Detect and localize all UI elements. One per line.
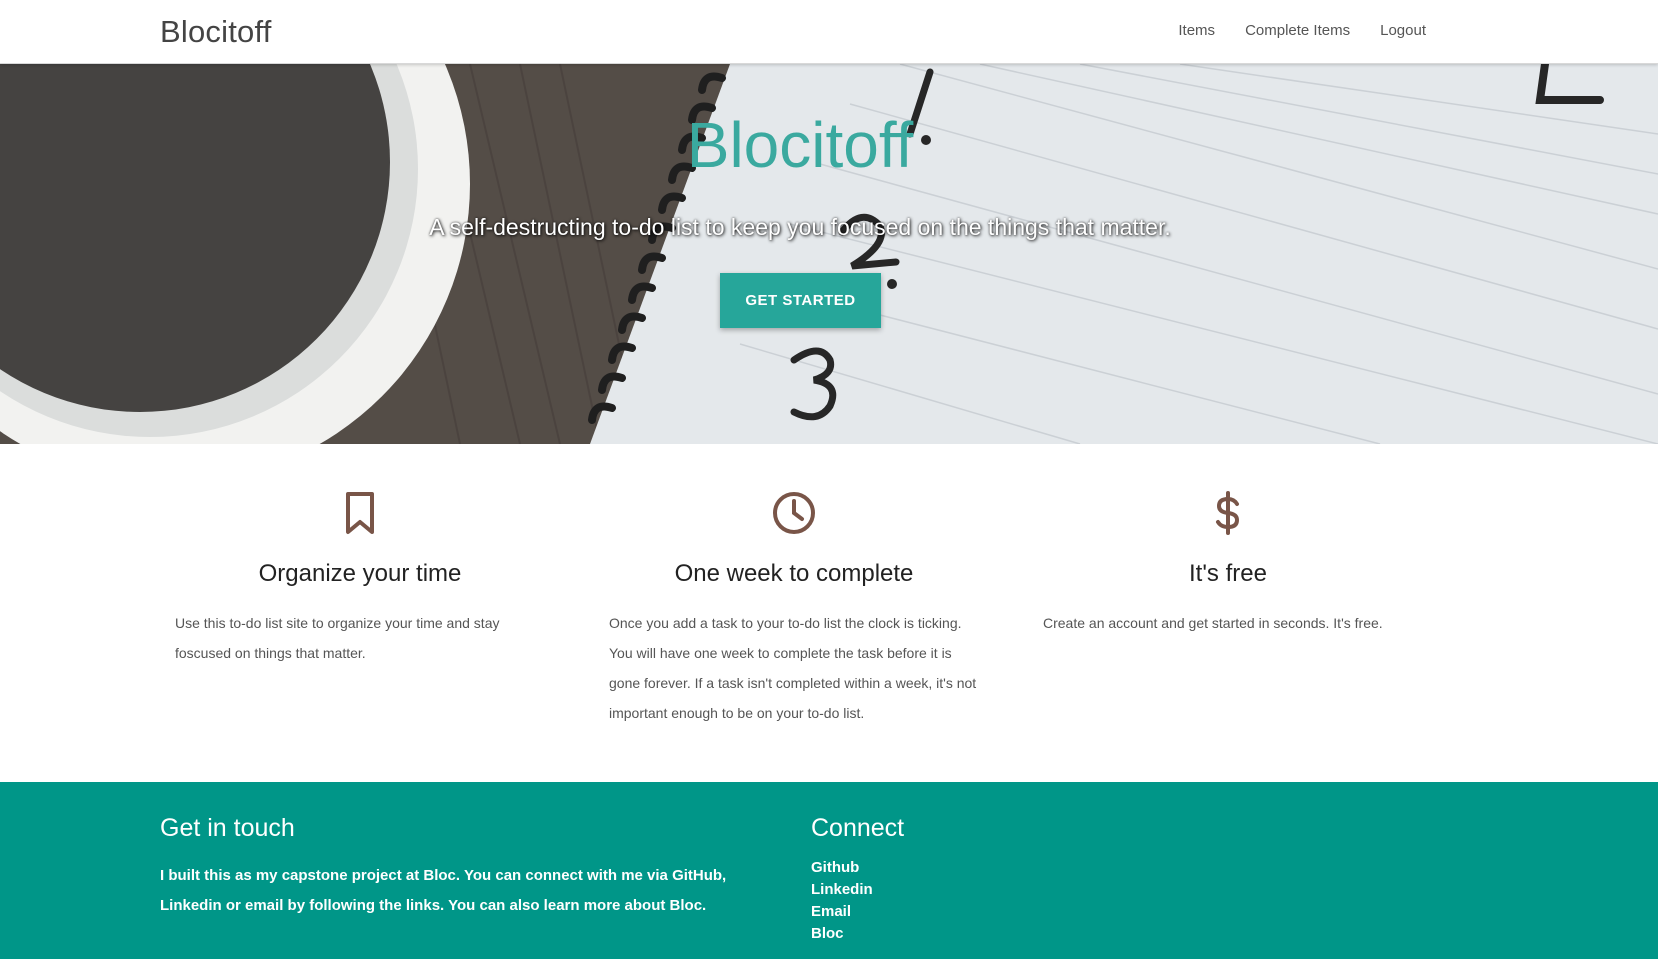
hero-title: Blocitoff <box>686 109 914 181</box>
list-item: Bloc <box>811 923 904 945</box>
navbar: Blocitoff Items Complete Items Logout <box>0 0 1658 64</box>
footer-connect: Connect Github Linkedin Email Bloc <box>811 814 904 945</box>
feature-title: One week to complete <box>674 560 914 587</box>
feature-one-week: One week to complete Once you add a task… <box>594 444 994 728</box>
feature-organize: Organize your time Use this to-do list s… <box>160 444 560 668</box>
brand-logo-link[interactable]: Blocitoff <box>160 14 272 50</box>
dollar-icon <box>1216 491 1240 535</box>
list-item: Github <box>811 857 904 879</box>
list-item: Email <box>811 901 904 923</box>
footer-link-email[interactable]: Email <box>811 903 851 920</box>
clock-icon <box>773 492 815 534</box>
feature-text: Use this to-do list site to organize you… <box>175 615 500 661</box>
get-started-button[interactable]: GET STARTED <box>720 273 881 328</box>
footer-connect-heading: Connect <box>811 814 905 842</box>
footer-links: Github Linkedin Email Bloc <box>811 857 904 945</box>
nav-link-complete-items[interactable]: Complete Items <box>1245 22 1350 39</box>
footer-contact-heading: Get in touch <box>160 814 295 842</box>
footer-link-bloc[interactable]: Bloc <box>811 925 844 942</box>
footer-link-github[interactable]: Github <box>811 859 859 876</box>
feature-title: It's free <box>1189 560 1267 587</box>
nav-link-logout[interactable]: Logout <box>1380 22 1426 39</box>
feature-text: Create an account and get started in sec… <box>1043 615 1383 631</box>
nav-link-items[interactable]: Items <box>1178 22 1215 39</box>
hero-section: Blocitoff A self-destructing to-do list … <box>0 64 1658 444</box>
feature-free: It's free Create an account and get star… <box>1028 444 1428 638</box>
footer-contact-text: I built this as my capstone project at B… <box>160 867 727 914</box>
nav-links: Items Complete Items Logout <box>1178 22 1426 39</box>
bookmark-icon <box>346 492 374 534</box>
feature-title: Organize your time <box>258 560 462 587</box>
footer-contact: Get in touch I built this as my capstone… <box>160 814 775 921</box>
footer-link-linkedin[interactable]: Linkedin <box>811 881 873 898</box>
features-section: Organize your time Use this to-do list s… <box>160 444 1460 782</box>
list-item: Linkedin <box>811 879 904 901</box>
hero-subtitle: A self-destructing to-do list to keep yo… <box>429 214 1171 240</box>
feature-text: Once you add a task to your to-do list t… <box>609 615 977 721</box>
footer: Get in touch I built this as my capstone… <box>0 782 1658 959</box>
